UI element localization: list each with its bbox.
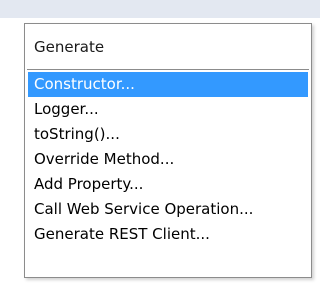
menu-item-override-method[interactable]: Override Method... bbox=[28, 147, 308, 172]
menu-item-constructor[interactable]: Constructor... bbox=[28, 72, 308, 97]
menu-item-call-web-service-operation[interactable]: Call Web Service Operation... bbox=[28, 197, 308, 222]
background-strip bbox=[0, 0, 320, 18]
menu-item-add-property[interactable]: Add Property... bbox=[28, 172, 308, 197]
popup-title: Generate bbox=[34, 38, 105, 56]
menu-item-logger[interactable]: Logger... bbox=[28, 97, 308, 122]
generate-menu-list: Constructor... Logger... toString()... O… bbox=[28, 72, 308, 247]
popup-divider bbox=[27, 69, 309, 70]
menu-item-generate-rest-client[interactable]: Generate REST Client... bbox=[28, 222, 308, 247]
menu-item-tostring[interactable]: toString()... bbox=[28, 122, 308, 147]
generate-popup-menu: Generate Constructor... Logger... toStri… bbox=[24, 23, 312, 278]
